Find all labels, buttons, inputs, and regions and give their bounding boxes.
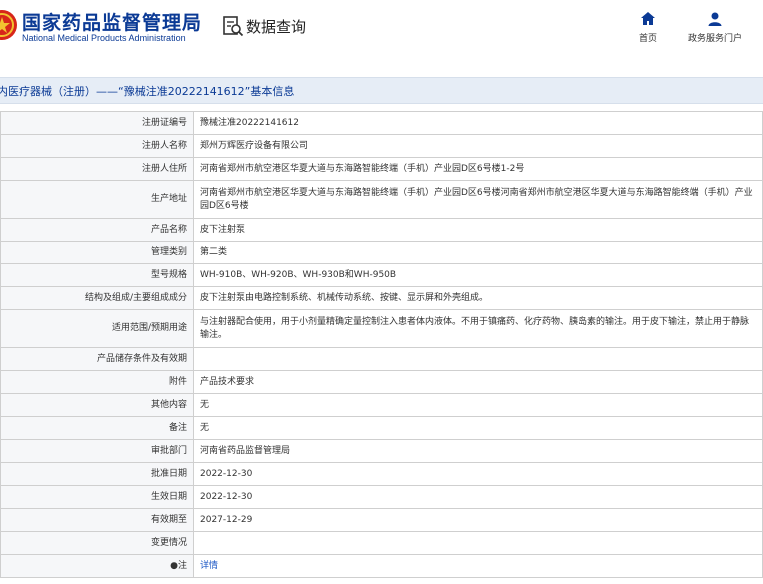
table-row: 产品名称 皮下注射泵 (0, 218, 763, 242)
row-label: 批准日期 (0, 462, 194, 486)
site-title-en[interactable]: National Medical Products Administration (22, 33, 186, 43)
device-info-table: 注册证编号 豫械注准20222141612 注册人名称 郑州万辉医疗设备有限公司… (0, 111, 763, 578)
page-title: 内医疗器械（注册）——“豫械注准20222141612”基本信息 (0, 85, 295, 98)
row-label: 备注 (0, 416, 194, 440)
table-row: 产品储存条件及有效期 (0, 347, 763, 371)
table-row: 型号规格 WH-910B、WH-920B、WH-930B和WH-950B (0, 263, 763, 287)
table-row: 审批部门 河南省药品监督管理局 (0, 439, 763, 463)
row-label: 其他内容 (0, 393, 194, 417)
row-label: ●注 (0, 554, 194, 578)
table-row: 适用范围/预期用途 与注射器配合使用，用于小剂量精确定量控制注入患者体内液体。不… (0, 309, 763, 348)
row-value (193, 531, 763, 555)
row-value: 皮下注射泵 (193, 218, 763, 242)
row-value: 与注射器配合使用，用于小剂量精确定量控制注入患者体内液体。不用于镇痛药、化疗药物… (193, 309, 763, 348)
row-value: 无 (193, 416, 763, 440)
table-row: 注册人住所 河南省郑州市航空港区华夏大道与东海路智能终端（手机）产业园D区6号楼… (0, 157, 763, 181)
table-row: 变更情况 (0, 531, 763, 555)
row-value: 2022-12-30 (193, 462, 763, 486)
row-value (193, 347, 763, 371)
nav-service-portal-label: 政务服务门户 (687, 34, 742, 44)
row-label: 适用范围/预期用途 (0, 309, 194, 348)
data-query-label: 数据查询 (246, 17, 307, 36)
row-value: 河南省郑州市航空港区华夏大道与东海路智能终端（手机）产业园D区6号楼河南省郑州市… (193, 180, 763, 219)
title-bar: 内医疗器械（注册）——“豫械注准20222141612”基本信息 (0, 77, 763, 104)
row-value: 详情 (193, 554, 763, 578)
table-row: 附件 产品技术要求 (0, 370, 763, 394)
table-row: 管理类别 第二类 (0, 241, 763, 264)
row-label: 注册人住所 (0, 157, 194, 181)
row-label: 生效日期 (0, 485, 194, 509)
table-row: ●注 详情 (0, 554, 763, 578)
row-value: 皮下注射泵由电路控制系统、机械传动系统、按键、显示屏和外壳组成。 (193, 286, 763, 310)
row-value: 郑州万辉医疗设备有限公司 (193, 134, 763, 158)
data-search-icon (223, 16, 244, 37)
data-query-link[interactable]: 数据查询 (222, 14, 306, 38)
table-row: 注册证编号 豫械注准20222141612 (0, 111, 763, 135)
site-title-cn[interactable]: 国家药品监督管理局 (22, 8, 202, 35)
table-row: 其他内容 无 (0, 393, 763, 417)
table-row: 结构及组成/主要组成成分 皮下注射泵由电路控制系统、机械传动系统、按键、显示屏和… (0, 286, 763, 310)
user-icon (708, 12, 722, 26)
row-value: 无 (193, 393, 763, 417)
table-row: 备注 无 (0, 416, 763, 440)
row-value: 河南省郑州市航空港区华夏大道与东海路智能终端（手机）产业园D区6号楼1-2号 (193, 157, 763, 181)
details-link[interactable]: 详情 (200, 561, 218, 571)
row-value: 2022-12-30 (193, 485, 763, 509)
row-label: 附件 (0, 370, 194, 394)
table-row: 有效期至 2027-12-29 (0, 508, 763, 532)
row-label: 产品储存条件及有效期 (0, 347, 194, 371)
row-value: 产品技术要求 (193, 370, 763, 394)
table-row: 批准日期 2022-12-30 (0, 462, 763, 486)
row-value: 豫械注准20222141612 (193, 111, 763, 135)
row-value: WH-910B、WH-920B、WH-930B和WH-950B (193, 263, 763, 287)
table-row: 生产地址 河南省郑州市航空港区华夏大道与东海路智能终端（手机）产业园D区6号楼河… (0, 180, 763, 219)
site-header: 国家药品监督管理局 National Medical Products Admi… (0, 0, 763, 62)
home-icon (641, 12, 655, 25)
nmpa-emblem-icon (0, 10, 17, 40)
row-value: 第二类 (193, 241, 763, 264)
row-label: 型号规格 (0, 263, 194, 287)
table-row: 生效日期 2022-12-30 (0, 485, 763, 509)
nav-home[interactable]: 首页 (628, 11, 668, 44)
nav-home-label: 首页 (638, 34, 657, 44)
row-label: 产品名称 (0, 218, 194, 242)
table-row: 注册人名称 郑州万辉医疗设备有限公司 (0, 134, 763, 158)
row-label: 注册人名称 (0, 134, 194, 158)
row-label: 结构及组成/主要组成成分 (0, 286, 194, 310)
row-value: 2027-12-29 (193, 508, 763, 532)
nav-service-portal[interactable]: 政务服务门户 (680, 11, 750, 44)
row-label: 有效期至 (0, 508, 194, 532)
row-label: 变更情况 (0, 531, 194, 555)
row-label: 生产地址 (0, 180, 194, 219)
row-value: 河南省药品监督管理局 (193, 439, 763, 463)
row-label: 审批部门 (0, 439, 194, 463)
row-label: 管理类别 (0, 241, 194, 264)
row-label: 注册证编号 (0, 111, 194, 135)
